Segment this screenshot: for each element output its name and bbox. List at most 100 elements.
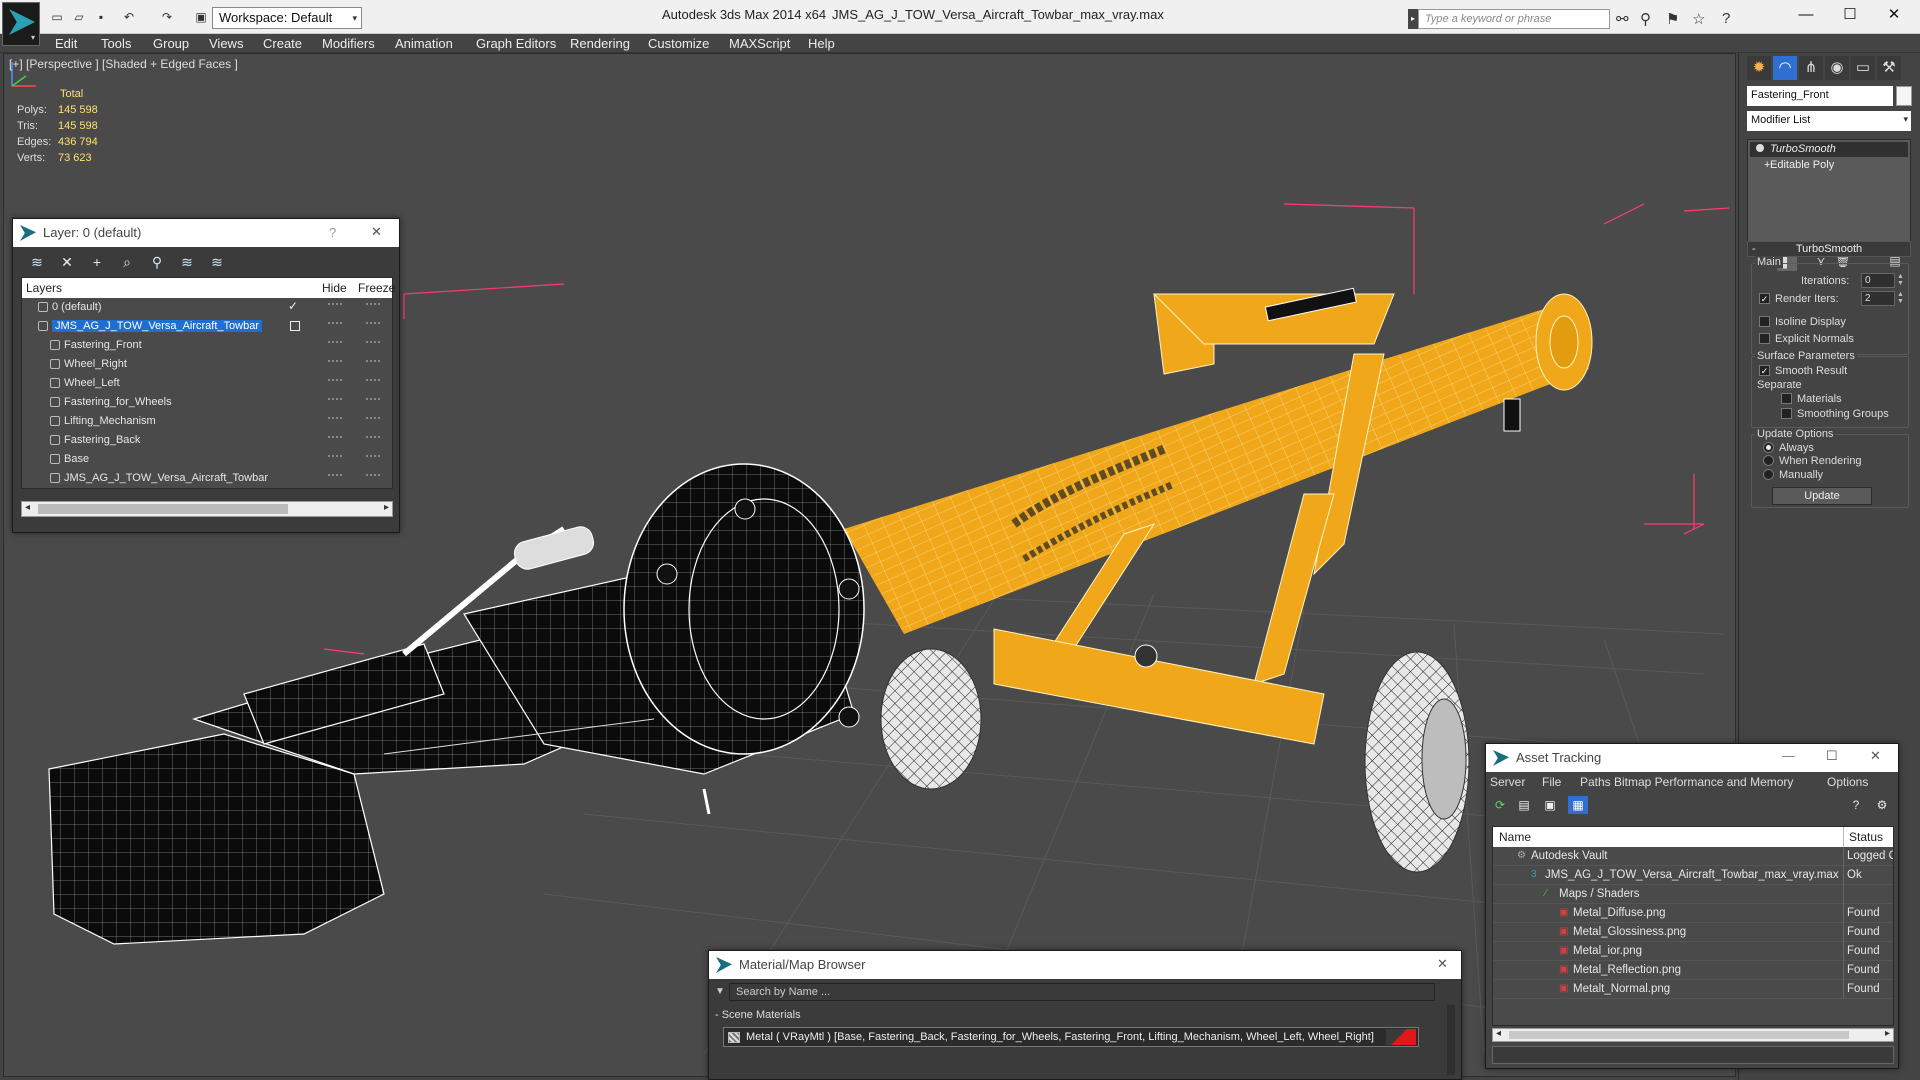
isoline-display-checkbox[interactable] [1759, 316, 1770, 327]
settings-icon[interactable]: ⚙ [1872, 796, 1892, 814]
hide-toggle[interactable] [328, 417, 342, 421]
stack-item-turbosmooth[interactable]: TurboSmooth [1750, 142, 1908, 157]
browser-options-icon[interactable]: ▼ [715, 986, 725, 997]
close-button[interactable]: ✕ [1874, 4, 1914, 26]
add-to-layer-icon[interactable]: + [87, 253, 107, 271]
render-iters-checkbox[interactable]: ✓ [1759, 293, 1770, 304]
project-folder-icon[interactable]: ▣ [192, 9, 210, 25]
layer-row[interactable]: 0 (default) ✓ [22, 298, 392, 317]
asset-row[interactable]: ▣ Metal_Glossiness.png Found [1493, 923, 1893, 942]
minimize-button[interactable]: — [1786, 4, 1826, 26]
freeze-toggle[interactable] [366, 303, 380, 307]
current-layer-checkmark-icon[interactable]: ✓ [288, 299, 298, 313]
col-hide[interactable]: Hide [322, 281, 347, 295]
separate-materials-checkbox[interactable] [1781, 393, 1792, 404]
asset-row[interactable]: ▣ Metalt_Normal.png Found [1493, 980, 1893, 999]
menu-edit[interactable]: Edit [55, 36, 77, 51]
display-tab-icon[interactable]: ▭ [1851, 56, 1875, 80]
asset-row[interactable]: ▣ Metal_Diffuse.png Found [1493, 904, 1893, 923]
binoculars-icon[interactable]: ⚯ [1616, 10, 1629, 28]
scene-materials-group[interactable]: - Scene Materials [715, 1009, 1425, 1023]
hide-all-layers-icon[interactable]: ≋ [177, 253, 197, 271]
turbosmooth-rollout-header[interactable]: - TurboSmooth [1747, 241, 1911, 257]
hide-toggle[interactable] [328, 303, 342, 307]
menu-create[interactable]: Create [263, 36, 302, 51]
layer-row[interactable]: Fastering_Front [22, 336, 392, 355]
explicit-normals-checkbox[interactable] [1759, 333, 1770, 344]
layer-row[interactable]: Fastering_Back [22, 431, 392, 450]
table-view-icon[interactable]: ▦ [1568, 796, 1588, 814]
viewport-label[interactable]: [+] [Perspective ] [Shaded + Edged Faces… [9, 57, 238, 71]
col-layers[interactable]: Layers [26, 281, 62, 295]
layer-row[interactable]: Base [22, 450, 392, 469]
open-file-icon[interactable]: ▱ [70, 9, 88, 25]
hide-toggle[interactable] [328, 379, 342, 383]
iterations-spinner-arrows[interactable]: ▲ ▼ [1897, 273, 1905, 288]
motion-tab-icon[interactable]: ◉ [1825, 56, 1849, 80]
communication-icon[interactable]: ⚑ [1666, 10, 1679, 28]
object-name-field[interactable]: Fastering_Front [1747, 86, 1893, 106]
freeze-toggle[interactable] [366, 455, 380, 459]
undo-icon[interactable]: ↶ [120, 9, 138, 25]
minimize-button[interactable]: — [1782, 748, 1795, 763]
col-status[interactable]: Status [1849, 830, 1883, 844]
hide-toggle[interactable] [328, 474, 342, 478]
create-layer-icon[interactable]: ≋ [27, 253, 47, 271]
workspace-dropdown[interactable]: Workspace: Default ▾ [212, 7, 362, 29]
keyword-search-input[interactable]: Type a keyword or phrase [1418, 9, 1610, 29]
freeze-toggle[interactable] [366, 436, 380, 440]
menu-modifiers[interactable]: Modifiers [322, 36, 375, 51]
menu-customize[interactable]: Customize [648, 36, 709, 51]
menu-maxscript[interactable]: MAXScript [729, 36, 790, 51]
layer-row[interactable]: Fastering_for_Wheels [22, 393, 392, 412]
hide-toggle[interactable] [328, 341, 342, 345]
menu-group[interactable]: Group [153, 36, 189, 51]
asset-row[interactable]: ⁄ Maps / Shaders [1493, 885, 1893, 904]
save-file-icon[interactable]: ▪ [92, 9, 110, 25]
set-current-layer-icon[interactable] [290, 321, 300, 331]
asset-menu-bitmap-performance[interactable]: Bitmap Performance and Memory [1614, 775, 1793, 789]
modify-tab-icon[interactable]: ◠ [1773, 56, 1797, 80]
close-button[interactable]: ✕ [371, 224, 382, 240]
new-file-icon[interactable]: ▭ [48, 9, 66, 25]
asset-menu-options[interactable]: Options [1827, 775, 1868, 789]
material-vertical-scrollbar[interactable] [1447, 1005, 1455, 1075]
asset-row[interactable]: ▣ Metal_Reflection.png Found [1493, 961, 1893, 980]
freeze-toggle[interactable] [366, 341, 380, 345]
freeze-toggle[interactable] [366, 474, 380, 478]
menu-tools[interactable]: Tools [101, 36, 131, 51]
subscription-icon[interactable]: ⚲ [1640, 10, 1651, 28]
stack-item-editable-poly[interactable]: + Editable Poly [1750, 158, 1908, 173]
hide-toggle[interactable] [328, 455, 342, 459]
smooth-result-checkbox[interactable]: ✓ [1759, 365, 1770, 376]
update-manually-radio[interactable] [1763, 469, 1774, 480]
favorites-star-icon[interactable]: ☆ [1692, 10, 1705, 28]
render-iters-spinner[interactable]: 2 [1861, 291, 1895, 306]
close-button[interactable]: ✕ [1437, 956, 1448, 972]
layer-window-titlebar[interactable]: Layer: 0 (default) ? ✕ [13, 219, 399, 247]
help-button[interactable]: ? [329, 225, 336, 240]
col-name[interactable]: Name [1499, 830, 1531, 844]
update-always-radio[interactable] [1763, 442, 1774, 453]
hide-toggle[interactable] [328, 436, 342, 440]
layer-row[interactable]: Lifting_Mechanism [22, 412, 392, 431]
hide-toggle[interactable] [328, 398, 342, 402]
material-search-input[interactable]: Search by Name ... [729, 983, 1435, 1001]
col-freeze[interactable]: Freeze [358, 281, 395, 295]
menu-animation[interactable]: Animation [395, 36, 453, 51]
modifier-list-dropdown[interactable]: Modifier List ▾ [1747, 111, 1911, 131]
freeze-toggle[interactable] [366, 322, 380, 326]
maximize-button[interactable]: ☐ [1830, 4, 1870, 26]
maximize-button[interactable]: ☐ [1826, 748, 1838, 764]
create-tab-icon[interactable]: ✹ [1747, 56, 1771, 80]
iterations-spinner[interactable]: 0 [1861, 273, 1895, 288]
hierarchy-tab-icon[interactable]: ⋔ [1799, 56, 1823, 80]
select-objects-icon[interactable]: ⌕ [117, 253, 137, 271]
asset-horizontal-scrollbar[interactable]: ◂ ▸ [1492, 1028, 1894, 1042]
refresh-icon[interactable]: ⟳ [1490, 796, 1510, 814]
material-browser-titlebar[interactable]: Material/Map Browser ✕ [709, 951, 1461, 979]
menu-views[interactable]: Views [209, 36, 243, 51]
freeze-toggle[interactable] [366, 398, 380, 402]
layer-row[interactable]: Wheel_Right [22, 355, 392, 374]
menu-graph-editors[interactable]: Graph Editors [476, 36, 556, 51]
